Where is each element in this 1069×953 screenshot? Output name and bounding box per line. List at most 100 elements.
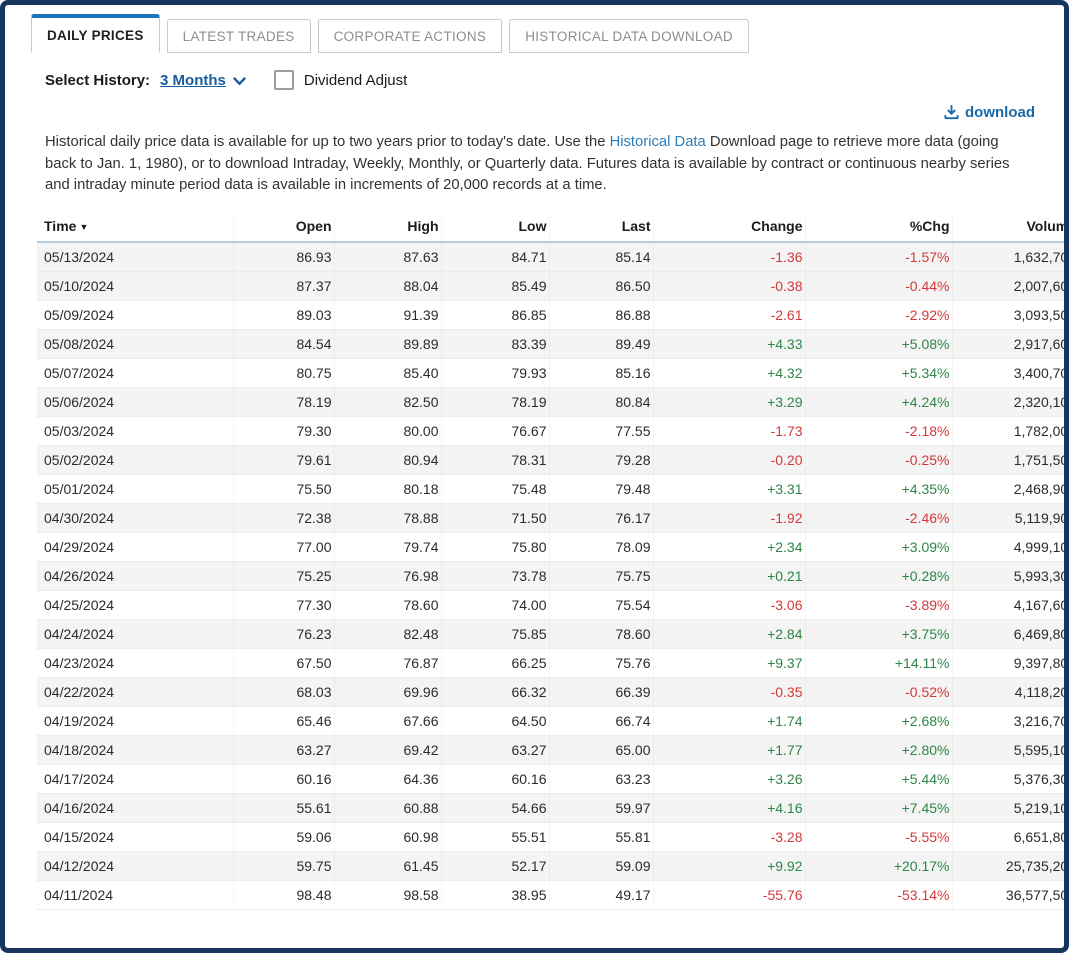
- tab-latest-trades[interactable]: LATEST TRADES: [167, 19, 311, 53]
- cell-open: 77.00: [233, 532, 334, 561]
- cell-high: 80.00: [334, 416, 441, 445]
- cell-time: 04/19/2024: [37, 706, 233, 735]
- cell-volume: 3,400,700: [952, 358, 1069, 387]
- column-header-low[interactable]: Low: [441, 212, 549, 242]
- cell-last: 76.17: [549, 503, 653, 532]
- table-row: 05/09/202489.0391.3986.8586.88-2.61-2.92…: [37, 300, 1069, 329]
- cell-time: 04/22/2024: [37, 677, 233, 706]
- history-period-dropdown[interactable]: 3 Months: [160, 72, 246, 89]
- cell-volume: 6,469,800: [952, 619, 1069, 648]
- tab-historical-data-download[interactable]: HISTORICAL DATA DOWNLOAD: [509, 19, 749, 53]
- table-row: 04/29/202477.0079.7475.8078.09+2.34+3.09…: [37, 532, 1069, 561]
- cell-pchg: +2.68%: [805, 706, 952, 735]
- table-row: 04/26/202475.2576.9873.7875.75+0.21+0.28…: [37, 561, 1069, 590]
- cell-last: 66.74: [549, 706, 653, 735]
- table-row: 05/10/202487.3788.0485.4986.50-0.38-0.44…: [37, 271, 1069, 300]
- cell-low: 75.80: [441, 532, 549, 561]
- column-header-open[interactable]: Open: [233, 212, 334, 242]
- cell-pchg: +5.08%: [805, 329, 952, 358]
- cell-high: 85.40: [334, 358, 441, 387]
- cell-time: 04/11/2024: [37, 880, 233, 909]
- cell-last: 80.84: [549, 387, 653, 416]
- history-period-value: 3 Months: [160, 72, 226, 89]
- cell-open: 65.46: [233, 706, 334, 735]
- select-history-label: Select History:: [45, 72, 150, 89]
- cell-volume: 6,651,800: [952, 822, 1069, 851]
- historical-data-link[interactable]: Historical Data: [610, 134, 706, 150]
- cell-pchg: +7.45%: [805, 793, 952, 822]
- cell-change: -0.20: [653, 445, 805, 474]
- cell-high: 88.04: [334, 271, 441, 300]
- cell-change: -1.36: [653, 242, 805, 272]
- tab-corporate-actions[interactable]: CORPORATE ACTIONS: [318, 19, 503, 53]
- cell-open: 76.23: [233, 619, 334, 648]
- cell-low: 75.85: [441, 619, 549, 648]
- cell-pchg: -2.18%: [805, 416, 952, 445]
- column-header-change[interactable]: Change: [653, 212, 805, 242]
- cell-pchg: -2.92%: [805, 300, 952, 329]
- download-button[interactable]: download: [944, 104, 1035, 121]
- column-header-time[interactable]: Time▼: [37, 212, 233, 242]
- cell-time: 05/13/2024: [37, 242, 233, 272]
- cell-open: 79.61: [233, 445, 334, 474]
- cell-low: 64.50: [441, 706, 549, 735]
- table-row: 05/03/202479.3080.0076.6777.55-1.73-2.18…: [37, 416, 1069, 445]
- cell-last: 86.50: [549, 271, 653, 300]
- cell-time: 05/01/2024: [37, 474, 233, 503]
- column-header-high[interactable]: High: [334, 212, 441, 242]
- cell-volume: 5,595,100: [952, 735, 1069, 764]
- cell-high: 82.50: [334, 387, 441, 416]
- cell-time: 05/08/2024: [37, 329, 233, 358]
- cell-volume: 2,320,100: [952, 387, 1069, 416]
- cell-low: 76.67: [441, 416, 549, 445]
- cell-high: 78.60: [334, 590, 441, 619]
- cell-change: +2.84: [653, 619, 805, 648]
- cell-high: 79.74: [334, 532, 441, 561]
- cell-pchg: -3.89%: [805, 590, 952, 619]
- cell-volume: 5,993,300: [952, 561, 1069, 590]
- cell-low: 86.85: [441, 300, 549, 329]
- cell-time: 05/03/2024: [37, 416, 233, 445]
- tab-daily-prices[interactable]: DAILY PRICES: [31, 14, 160, 53]
- cell-change: -55.76: [653, 880, 805, 909]
- cell-volume: 3,216,700: [952, 706, 1069, 735]
- cell-low: 66.32: [441, 677, 549, 706]
- cell-volume: 2,007,600: [952, 271, 1069, 300]
- cell-change: -0.35: [653, 677, 805, 706]
- cell-volume: 2,917,600: [952, 329, 1069, 358]
- table-row: 04/15/202459.0660.9855.5155.81-3.28-5.55…: [37, 822, 1069, 851]
- cell-high: 76.87: [334, 648, 441, 677]
- cell-high: 61.45: [334, 851, 441, 880]
- dividend-adjust-checkbox[interactable]: [274, 70, 294, 90]
- cell-last: 75.54: [549, 590, 653, 619]
- cell-time: 04/29/2024: [37, 532, 233, 561]
- cell-last: 78.09: [549, 532, 653, 561]
- cell-last: 75.76: [549, 648, 653, 677]
- table-row: 04/11/202498.4898.5838.9549.17-55.76-53.…: [37, 880, 1069, 909]
- cell-open: 79.30: [233, 416, 334, 445]
- cell-change: +4.16: [653, 793, 805, 822]
- daily-prices-panel: DAILY PRICES LATEST TRADES CORPORATE ACT…: [0, 0, 1069, 953]
- column-header-last[interactable]: Last: [549, 212, 653, 242]
- cell-open: 77.30: [233, 590, 334, 619]
- cell-last: 77.55: [549, 416, 653, 445]
- table-header: Time▼ Open High Low Last Change %Chg Vol…: [37, 212, 1069, 242]
- column-header-volume[interactable]: Volume: [952, 212, 1069, 242]
- cell-change: -1.73: [653, 416, 805, 445]
- cell-pchg: -0.52%: [805, 677, 952, 706]
- cell-high: 89.89: [334, 329, 441, 358]
- cell-high: 64.36: [334, 764, 441, 793]
- cell-pchg: +5.34%: [805, 358, 952, 387]
- cell-open: 68.03: [233, 677, 334, 706]
- cell-low: 75.48: [441, 474, 549, 503]
- table-row: 04/25/202477.3078.6074.0075.54-3.06-3.89…: [37, 590, 1069, 619]
- cell-low: 74.00: [441, 590, 549, 619]
- cell-last: 86.88: [549, 300, 653, 329]
- cell-open: 75.50: [233, 474, 334, 503]
- column-header-pchg[interactable]: %Chg: [805, 212, 952, 242]
- cell-high: 80.94: [334, 445, 441, 474]
- cell-open: 78.19: [233, 387, 334, 416]
- cell-high: 80.18: [334, 474, 441, 503]
- daily-prices-table: Time▼ Open High Low Last Change %Chg Vol…: [37, 212, 1069, 910]
- cell-pchg: -2.46%: [805, 503, 952, 532]
